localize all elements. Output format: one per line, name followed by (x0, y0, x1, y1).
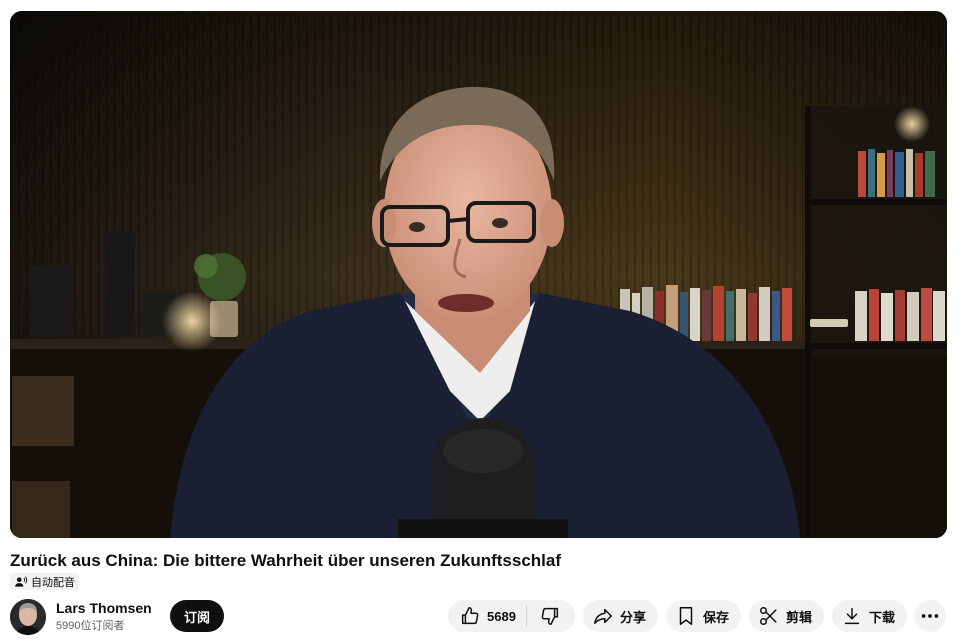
dub-icon (15, 575, 28, 587)
thumbs-up-icon (461, 607, 479, 625)
subscribe-button[interactable]: 订阅 (170, 600, 224, 632)
auto-dub-badge[interactable]: 自动配音 (10, 573, 79, 590)
video-title: Zurück aus China: Die bittere Wahrheit ü… (10, 551, 562, 570)
like-button[interactable]: 5689 (448, 600, 526, 632)
thumbs-down-icon (541, 607, 558, 625)
auto-dub-label: 自动配音 (31, 576, 75, 589)
share-label: 分享 (620, 609, 647, 625)
scissors-icon (760, 607, 777, 625)
share-button[interactable]: 分享 (583, 600, 658, 632)
video-frame (10, 11, 947, 538)
clip-label: 剪辑 (786, 609, 813, 625)
like-dislike-bar: 5689 (448, 600, 575, 632)
clip-button[interactable]: 剪辑 (749, 600, 824, 632)
download-button[interactable]: 下载 (832, 600, 907, 632)
share-arrow-icon (594, 608, 612, 625)
video-player[interactable] (10, 11, 947, 538)
like-count: 5689 (487, 608, 516, 624)
download-icon (844, 607, 860, 625)
save-button[interactable]: 保存 (666, 600, 741, 632)
download-label: 下载 (869, 609, 896, 625)
more-horizontal-icon (921, 614, 939, 618)
channel-avatar[interactable] (10, 599, 46, 635)
channel-name[interactable]: Lars Thomsen (56, 600, 152, 617)
dislike-button[interactable] (527, 600, 573, 632)
save-label: 保存 (703, 609, 730, 625)
bookmark-icon (679, 607, 693, 625)
subscriber-count: 5990位订阅者 (56, 620, 125, 632)
more-actions-button[interactable] (914, 600, 946, 632)
avatar-image (10, 599, 46, 635)
